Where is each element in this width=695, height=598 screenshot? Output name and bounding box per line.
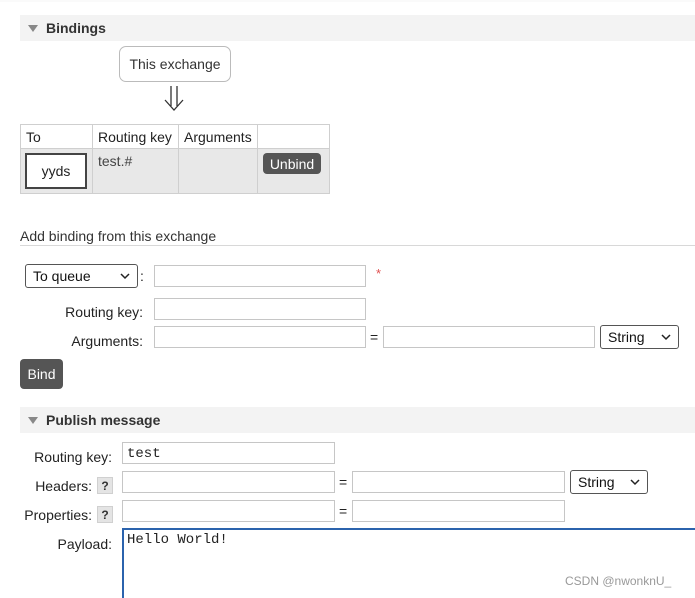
properties-label: Properties: (24, 507, 92, 523)
header-equals: = (339, 474, 348, 490)
publish-routing-key-label: Routing key: (34, 449, 112, 465)
bindings-table: To Routing key Arguments yyds test.# Unb… (20, 124, 330, 194)
this-exchange-text: This exchange (129, 56, 221, 72)
publish-routing-key-input[interactable]: test (122, 442, 335, 464)
publish-title: Publish message (46, 412, 161, 428)
binding-routing-key-label: Routing key: (65, 304, 143, 320)
col-routing-key: Routing key (92, 124, 179, 149)
chevron-down-icon (630, 479, 640, 486)
destination-input[interactable] (154, 265, 366, 287)
queue-link-yyds[interactable]: yyds (25, 153, 87, 189)
chevron-down-icon (661, 334, 671, 341)
header-type-value: String (578, 474, 615, 490)
watermark: CSDN @nwonknU_ (565, 574, 672, 588)
binding-equals: = (370, 329, 379, 345)
binding-arg-key-input[interactable] (154, 326, 366, 348)
destination-type-value: To queue (33, 268, 91, 284)
double-down-arrow-icon (164, 86, 184, 111)
add-binding-title: Add binding from this exchange (20, 228, 217, 244)
table-header-row: To Routing key Arguments (20, 124, 330, 149)
headers-label: Headers: (35, 478, 92, 494)
col-to: To (20, 124, 93, 149)
cell-to: yyds (20, 148, 93, 194)
col-arguments: Arguments (178, 124, 258, 149)
colon-separator: : (140, 268, 144, 284)
queue-name: yyds (41, 163, 71, 179)
property-value-input[interactable] (352, 500, 565, 522)
binding-arg-type-value: String (608, 329, 645, 345)
bindings-section-header[interactable]: Bindings (20, 15, 695, 41)
payload-label: Payload: (57, 536, 112, 552)
binding-arg-value-input[interactable] (383, 326, 595, 348)
cell-routing-key: test.# (92, 148, 179, 194)
this-exchange-label: This exchange (119, 46, 231, 82)
table-row: yyds test.# Unbind (20, 148, 330, 194)
binding-arg-type-select[interactable]: String (600, 325, 679, 349)
destination-type-select[interactable]: To queue (25, 264, 138, 288)
unbind-button[interactable]: Unbind (263, 153, 321, 174)
property-equals: = (339, 503, 348, 519)
publish-section-header[interactable]: Publish message (20, 407, 695, 433)
top-divider (0, 0, 695, 2)
header-key-input[interactable] (122, 471, 335, 493)
collapse-triangle-icon (28, 416, 38, 424)
headers-help-icon[interactable]: ? (97, 477, 113, 494)
bindings-title: Bindings (46, 20, 106, 36)
add-binding-divider (20, 245, 695, 246)
collapse-triangle-icon (28, 24, 38, 32)
chevron-down-icon (120, 273, 130, 280)
binding-arguments-label: Arguments: (71, 333, 143, 349)
cell-actions: Unbind (257, 148, 330, 194)
bind-button[interactable]: Bind (20, 359, 63, 389)
binding-routing-key-input[interactable] (154, 298, 366, 320)
properties-help-icon[interactable]: ? (97, 506, 113, 523)
col-actions (257, 124, 330, 149)
cell-arguments (178, 148, 258, 194)
required-mark: * (376, 266, 382, 281)
header-value-input[interactable] (352, 471, 565, 493)
property-key-input[interactable] (122, 500, 335, 522)
header-type-select[interactable]: String (570, 470, 648, 494)
